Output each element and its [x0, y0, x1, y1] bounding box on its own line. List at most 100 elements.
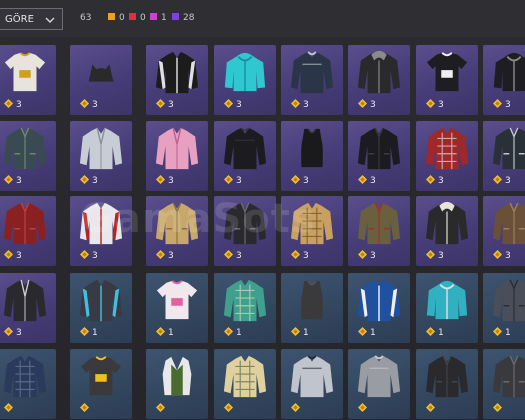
item-count: 3	[426, 250, 444, 262]
item-count-value: 3	[16, 100, 22, 110]
currency-diamond-icon	[426, 175, 435, 184]
jacket-icon	[492, 202, 525, 245]
item-count	[358, 403, 370, 415]
item-count: 1	[291, 327, 309, 339]
currency-diamond-icon	[426, 99, 435, 108]
inventory-item-tile[interactable]	[146, 349, 208, 419]
item-count: 3	[4, 99, 22, 111]
longsleeve-icon	[290, 355, 334, 398]
inventory-item-tile[interactable]: 3	[0, 196, 56, 266]
item-count	[426, 403, 438, 415]
tshirt-icon	[4, 52, 46, 92]
inventory-item-tile[interactable]: 3	[281, 45, 343, 115]
inventory-item-tile[interactable]: 3	[483, 196, 525, 266]
item-count-value: 3	[303, 176, 309, 186]
inventory-item-tile[interactable]: 3	[146, 121, 208, 191]
item-count-value: 3	[236, 176, 242, 186]
item-count: 3	[358, 99, 376, 111]
currency-diamond-icon	[156, 99, 165, 108]
item-count: 3	[80, 99, 98, 111]
inventory-item-tile[interactable]: 3	[348, 196, 410, 266]
inventory-item-tile[interactable]	[348, 349, 410, 419]
inventory-item-tile[interactable]: 1	[146, 273, 208, 343]
item-count-value: 3	[303, 251, 309, 261]
flannel-shirt-icon	[223, 279, 267, 322]
inventory-item-tile[interactable]: 3	[0, 121, 56, 191]
rarity-count-value: 1	[161, 13, 167, 23]
flannel-shirt-icon	[425, 127, 469, 170]
tshirt-icon	[80, 356, 122, 396]
inventory-item-tile[interactable]: 1	[70, 273, 132, 343]
item-count: 3	[4, 327, 22, 339]
inventory-item-tile[interactable]: 1	[281, 273, 343, 343]
sort-dropdown[interactable]: GÖRE	[0, 8, 63, 30]
inventory-item-tile[interactable]	[70, 349, 132, 419]
inventory-item-tile[interactable]	[214, 349, 276, 419]
track-jacket-icon	[155, 51, 199, 94]
currency-diamond-icon	[426, 327, 435, 336]
item-count-value: 3	[92, 176, 98, 186]
inventory-item-tile[interactable]: AR3	[483, 121, 525, 191]
inventory-item-tile[interactable]	[483, 349, 525, 419]
inventory-item-tile[interactable]: 3	[348, 121, 410, 191]
item-count: 3	[224, 99, 242, 111]
jacket-icon	[492, 355, 525, 398]
inventory-item-tile[interactable]: 3	[281, 121, 343, 191]
inventory-item-tile[interactable]: 3	[70, 121, 132, 191]
inventory-item-tile[interactable]: 3	[214, 121, 276, 191]
currency-diamond-icon	[156, 175, 165, 184]
rarity-swatch-orange-icon	[108, 13, 115, 20]
currency-diamond-icon	[291, 250, 300, 259]
coat-icon	[79, 127, 123, 170]
item-count-value: 3	[505, 100, 511, 110]
tank-top-icon	[301, 280, 323, 320]
currency-diamond-icon	[493, 327, 502, 336]
hoodie-icon	[426, 280, 468, 320]
currency-diamond-icon	[80, 327, 89, 336]
rarity-swatch-red-icon	[129, 13, 136, 20]
inventory-item-tile[interactable]: 3	[483, 45, 525, 115]
item-count	[224, 403, 236, 415]
inventory-item-tile[interactable]: 3	[416, 196, 478, 266]
inventory-toolbar: GÖRE 63 0 0 1 28	[0, 0, 525, 37]
coat-icon	[155, 127, 199, 170]
flannel-shirt-icon	[3, 355, 47, 398]
track-jacket-icon	[357, 279, 401, 322]
inventory-item-tile[interactable]: 1	[348, 273, 410, 343]
inventory-item-tile[interactable]: 3	[348, 45, 410, 115]
inventory-item-tile[interactable]	[0, 349, 56, 419]
inventory-item-tile[interactable]: 3	[0, 273, 56, 343]
currency-diamond-icon	[156, 327, 165, 336]
inventory-item-tile[interactable]: 1	[416, 273, 478, 343]
inventory-item-tile[interactable]: 3	[416, 121, 478, 191]
item-count: 1	[426, 327, 444, 339]
currency-diamond-icon	[493, 250, 502, 259]
currency-diamond-icon	[224, 250, 233, 259]
inventory-item-tile[interactable]: 3	[0, 45, 56, 115]
total-count: 63	[80, 13, 92, 23]
jacket-icon	[425, 355, 469, 398]
inventory-item-tile[interactable]	[281, 349, 343, 419]
item-count-value: 3	[505, 251, 511, 261]
inventory-item-tile[interactable]: 1	[214, 273, 276, 343]
inventory-item-tile[interactable]: 1	[483, 273, 525, 343]
item-count-value: 3	[303, 100, 309, 110]
hoodie-icon	[224, 52, 266, 92]
currency-diamond-icon	[156, 250, 165, 259]
currency-diamond-icon	[4, 250, 13, 259]
vest-icon	[162, 356, 192, 396]
item-count-value: 3	[370, 100, 376, 110]
inventory-item-tile[interactable]	[416, 349, 478, 419]
inventory-item-tile[interactable]: 3	[146, 45, 208, 115]
item-count: 3	[4, 250, 22, 262]
item-count-value: 3	[92, 251, 98, 261]
inventory-item-tile[interactable]: 3	[416, 45, 478, 115]
item-count	[4, 403, 16, 415]
inventory-item-tile[interactable]: 3	[70, 45, 132, 115]
item-count-value: 3	[236, 100, 242, 110]
inventory-item-tile[interactable]: 3	[214, 45, 276, 115]
cat-ears-icon	[84, 64, 114, 89]
currency-diamond-icon	[224, 99, 233, 108]
currency-diamond-icon	[80, 250, 89, 259]
currency-diamond-icon	[4, 175, 13, 184]
